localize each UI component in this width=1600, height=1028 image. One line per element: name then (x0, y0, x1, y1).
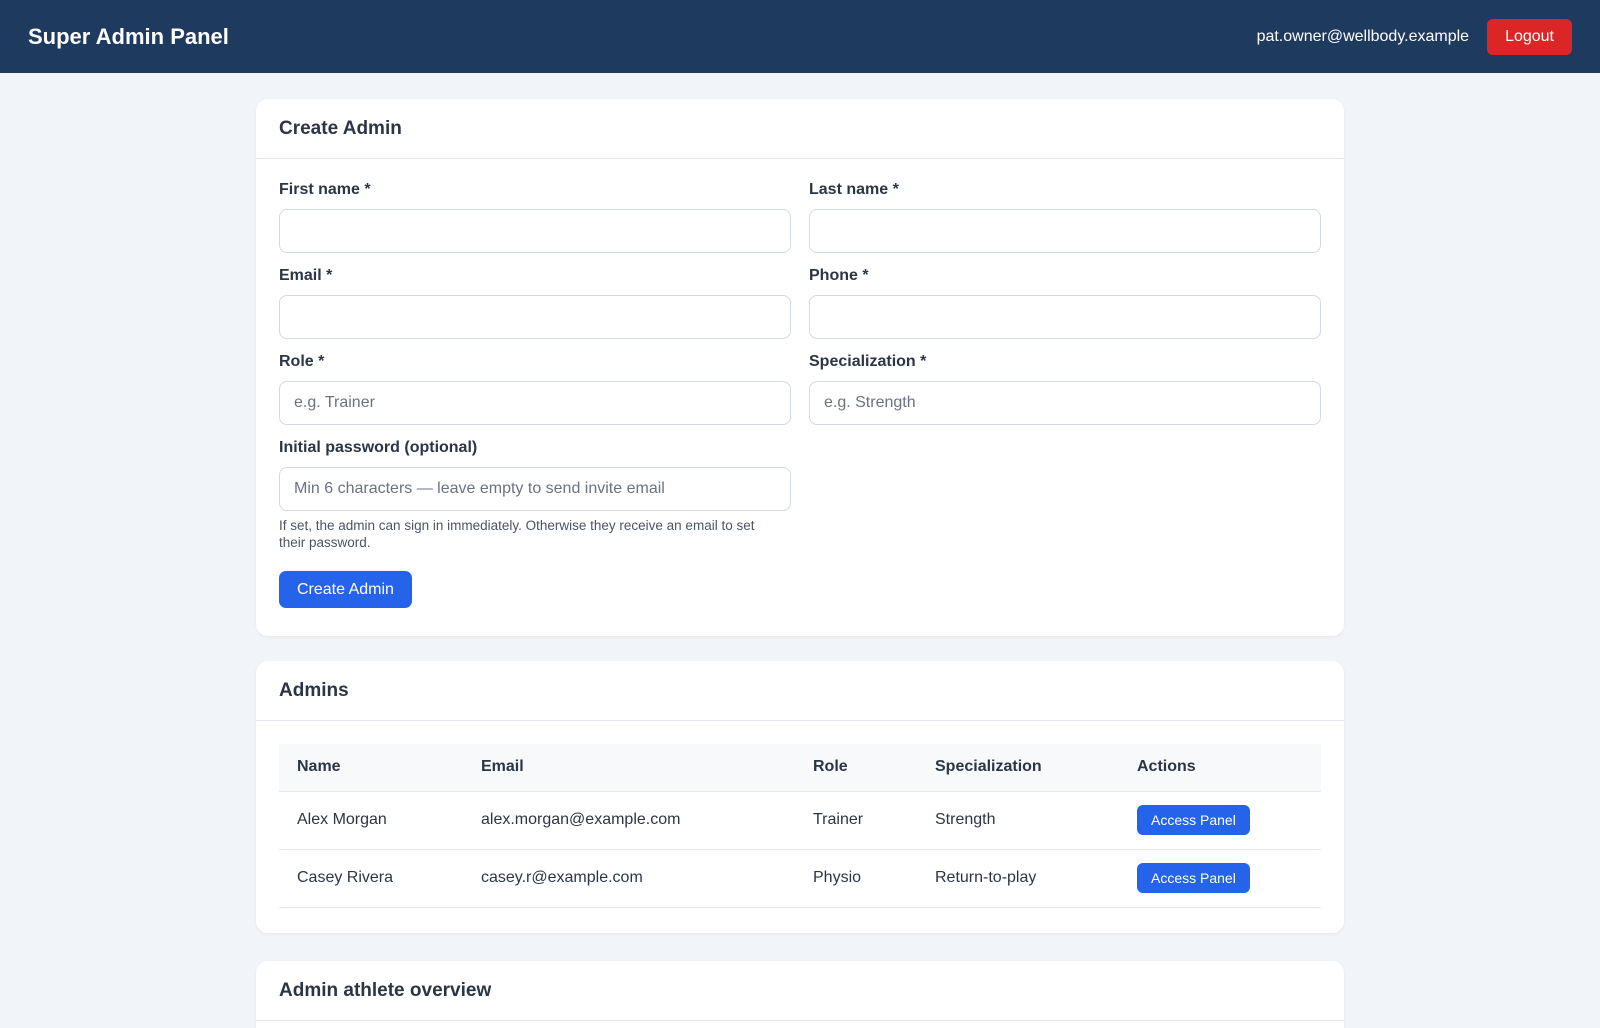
admins-header: Admins (256, 661, 1344, 721)
create-admin-header: Create Admin (256, 99, 1344, 159)
password-label: Initial password (optional) (279, 439, 478, 456)
password-input[interactable] (279, 467, 791, 511)
cell-specialization: Return-to-play (917, 849, 1119, 908)
athlete-overview-card: Admin athlete overview (256, 961, 1344, 1028)
admins-title: Admins (279, 679, 349, 701)
phone-field: Phone * (809, 267, 1321, 339)
column-header-specialization: Specialization (917, 744, 1119, 792)
cell-name: Alex Morgan (279, 791, 463, 850)
email-input[interactable] (279, 295, 791, 339)
athlete-overview-title: Admin athlete overview (279, 979, 492, 1001)
email-label: Email * (279, 267, 333, 284)
cell-email: casey.r@example.com (463, 849, 795, 908)
column-header-name: Name (279, 744, 463, 792)
table-row: Alex Morgan alex.morgan@example.com Trai… (279, 791, 1321, 850)
logout-button[interactable]: Logout (1487, 18, 1572, 55)
role-label: Role * (279, 353, 325, 370)
form-grid: First name * Last name * Email * Phone *… (279, 181, 1321, 622)
admins-card: Admins Name Email Role Specialization Ac… (256, 661, 1344, 933)
cell-specialization: Strength (917, 791, 1119, 850)
table-header-row: Name Email Role Specialization Actions (279, 744, 1321, 792)
first-name-input[interactable] (279, 209, 791, 253)
create-admin-title: Create Admin (279, 117, 402, 139)
phone-label: Phone * (809, 267, 869, 284)
specialization-label: Specialization * (809, 353, 927, 370)
role-input[interactable] (279, 381, 791, 425)
access-panel-button[interactable]: Access Panel (1137, 805, 1250, 835)
password-field: Initial password (optional) If set, the … (279, 439, 791, 608)
app-title: Super Admin Panel (28, 23, 229, 49)
specialization-field: Specialization * (809, 353, 1321, 425)
specialization-input[interactable] (809, 381, 1321, 425)
password-hint: If set, the admin can sign in immediatel… (279, 518, 755, 550)
cell-email: alex.morgan@example.com (463, 791, 795, 850)
topbar-user-area: pat.owner@wellbody.example Logout (1256, 18, 1572, 55)
last-name-input[interactable] (809, 209, 1321, 253)
cell-role: Trainer (795, 791, 917, 850)
first-name-label: First name * (279, 181, 371, 198)
admins-table-wrap: Name Email Role Specialization Actions A… (256, 721, 1344, 931)
column-header-email: Email (463, 744, 795, 792)
last-name-label: Last name * (809, 181, 899, 198)
current-user-email: pat.owner@wellbody.example (1256, 27, 1470, 45)
cell-actions: Access Panel (1119, 849, 1321, 908)
email-field: Email * (279, 267, 791, 339)
access-panel-button[interactable]: Access Panel (1137, 863, 1250, 893)
create-admin-button[interactable]: Create Admin (279, 571, 412, 608)
cell-name: Casey Rivera (279, 849, 463, 908)
last-name-field: Last name * (809, 181, 1321, 253)
table-row: Casey Rivera casey.r@example.com Physio … (279, 849, 1321, 908)
cell-actions: Access Panel (1119, 791, 1321, 850)
first-name-field: First name * (279, 181, 791, 253)
athlete-overview-header: Admin athlete overview (256, 961, 1344, 1021)
role-field: Role * (279, 353, 791, 425)
top-bar: Super Admin Panel pat.owner@wellbody.exa… (0, 0, 1600, 73)
cell-role: Physio (795, 849, 917, 908)
create-admin-form: First name * Last name * Email * Phone *… (256, 159, 1344, 644)
column-header-role: Role (795, 744, 917, 792)
column-header-actions: Actions (1119, 744, 1321, 792)
admins-table: Name Email Role Specialization Actions A… (279, 744, 1321, 908)
create-admin-card: Create Admin First name * Last name * Em… (256, 99, 1344, 636)
phone-input[interactable] (809, 295, 1321, 339)
